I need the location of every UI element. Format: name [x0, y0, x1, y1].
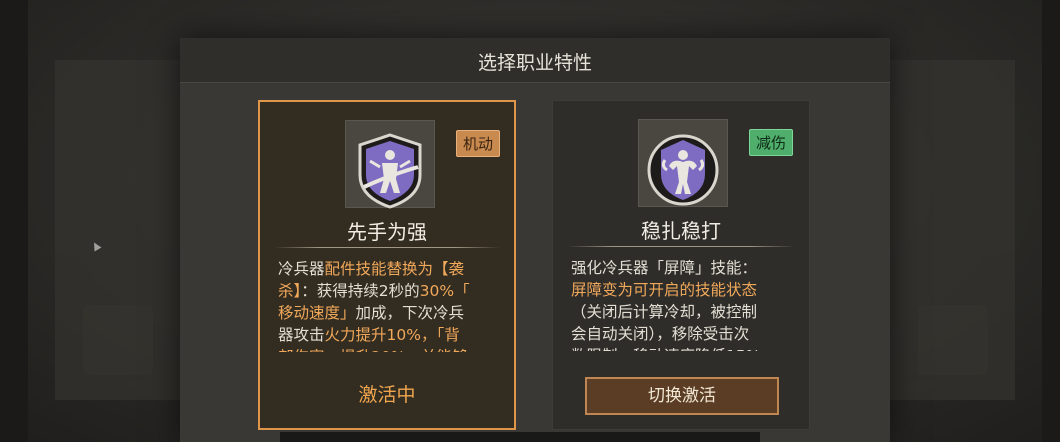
dialog-header: 选择职业特性	[180, 38, 890, 83]
trait-icon-tile	[345, 120, 435, 209]
trait-name: 先手为强	[347, 220, 427, 244]
description-line: 屏障变为可开启的技能状态	[571, 279, 793, 301]
description-text: 器攻击	[278, 326, 325, 344]
trait-tag-damage-reduction: 减伤	[749, 129, 794, 156]
description-line: 器攻击火力提升10%，「背	[278, 324, 500, 346]
background-panel-right	[890, 60, 1015, 400]
description-line: 部伤害」提升20%，并能够	[278, 346, 500, 352]
description-text: ：获得持续2秒的	[301, 282, 420, 300]
trait-card-steady[interactable]: 减伤 稳扎稳打 强化冷兵器「屏障」技能： 屏障变为可开启的技能状态 （关闭后计算冷却…	[552, 100, 810, 430]
background-panel-left	[55, 60, 180, 400]
trait-description: 冷兵器配件技能替换为【袭 杀】：获得持续2秒的30%「 移动速度」加成，下次冷兵 器攻…	[278, 258, 500, 352]
description-line: （关闭后计算冷却，被控制	[571, 301, 793, 323]
description-text: 数限制，移动速度降低15%	[571, 347, 760, 351]
active-status: 激活中	[358, 384, 416, 406]
subtitle-strip	[280, 432, 760, 442]
description-line: 会自动关闭），移除受击次	[571, 323, 793, 345]
description-line: 杀】：获得持续2秒的30%「	[278, 280, 500, 302]
highlight-text: 30%「	[419, 282, 470, 300]
highlight-text: 配件技能替换为【袭	[324, 260, 465, 278]
description-text: （关闭后计算冷却，被控制	[571, 303, 758, 321]
description-text: 加成，下次冷兵	[355, 304, 465, 322]
trait-card-first-strike[interactable]: 机动 先手为强 冷兵器配件技能替换为【袭 杀】：获得持续2秒的30%「 移动速度」加…	[258, 100, 516, 430]
trait-icon-tile	[638, 119, 728, 207]
highlight-text: 杀】	[278, 282, 302, 300]
divider	[567, 246, 795, 247]
background-edge-right	[1042, 0, 1060, 442]
highlight-text: 部伤害」提升20%，并能够	[278, 348, 467, 352]
description-line: 强化冷兵器「屏障」技能：	[571, 257, 793, 279]
muscle-guardian-emblem-icon	[647, 134, 719, 206]
description-text: 强化冷兵器「屏障」技能：	[571, 259, 758, 277]
highlight-text: 屏障变为可开启的技能状态	[571, 281, 758, 299]
description-text: 会自动关闭），移除受击次	[571, 325, 750, 343]
trait-name: 稳扎稳打	[641, 219, 721, 243]
description-line: 冷兵器配件技能替换为【袭	[278, 258, 500, 280]
description-text: 冷兵器	[278, 260, 325, 278]
divider	[274, 247, 500, 248]
highlight-text: 火力提升10%，「背	[324, 326, 460, 344]
trait-tag-mobility: 机动	[456, 130, 501, 157]
ghost-badge-icon	[83, 305, 153, 375]
background-edge-left	[0, 0, 28, 442]
swordsman-emblem-icon	[358, 133, 422, 209]
description-line: 数限制，移动速度降低15%	[571, 345, 793, 351]
highlight-text: 移动速度」	[278, 304, 356, 322]
dialog-title: 选择职业特性	[477, 52, 592, 74]
trait-description: 强化冷兵器「屏障」技能： 屏障变为可开启的技能状态 （关闭后计算冷却，被控制 会自动关…	[571, 257, 793, 351]
switch-activate-button[interactable]: 切换激活	[585, 377, 779, 415]
description-line: 移动速度」加成，下次冷兵	[278, 302, 500, 324]
ghost-badge-icon	[918, 305, 988, 375]
